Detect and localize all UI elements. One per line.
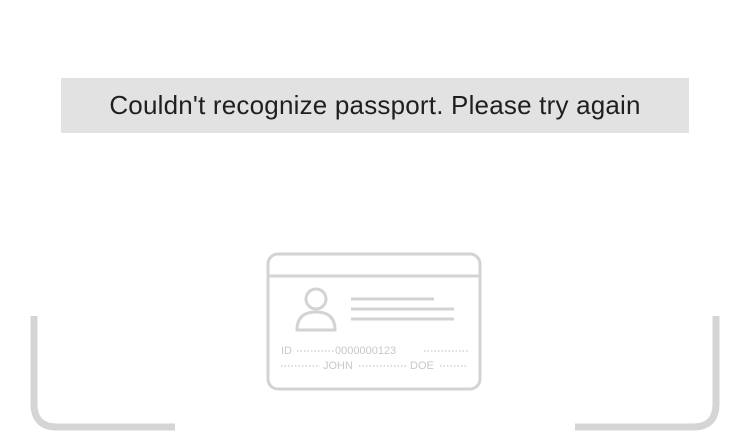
scan-frame-right-bracket [575, 316, 720, 431]
id-card-id-number: 0000000123 [335, 345, 396, 357]
scan-frame-left-bracket [30, 316, 175, 431]
id-card-illustration: ID 0000000123 JOHN DOE [266, 252, 482, 391]
id-card-last-name: DOE [410, 360, 434, 372]
person-silhouette-icon [295, 287, 337, 332]
id-card-id-label: ID [281, 345, 292, 357]
id-card-first-name: JOHN [323, 360, 353, 372]
